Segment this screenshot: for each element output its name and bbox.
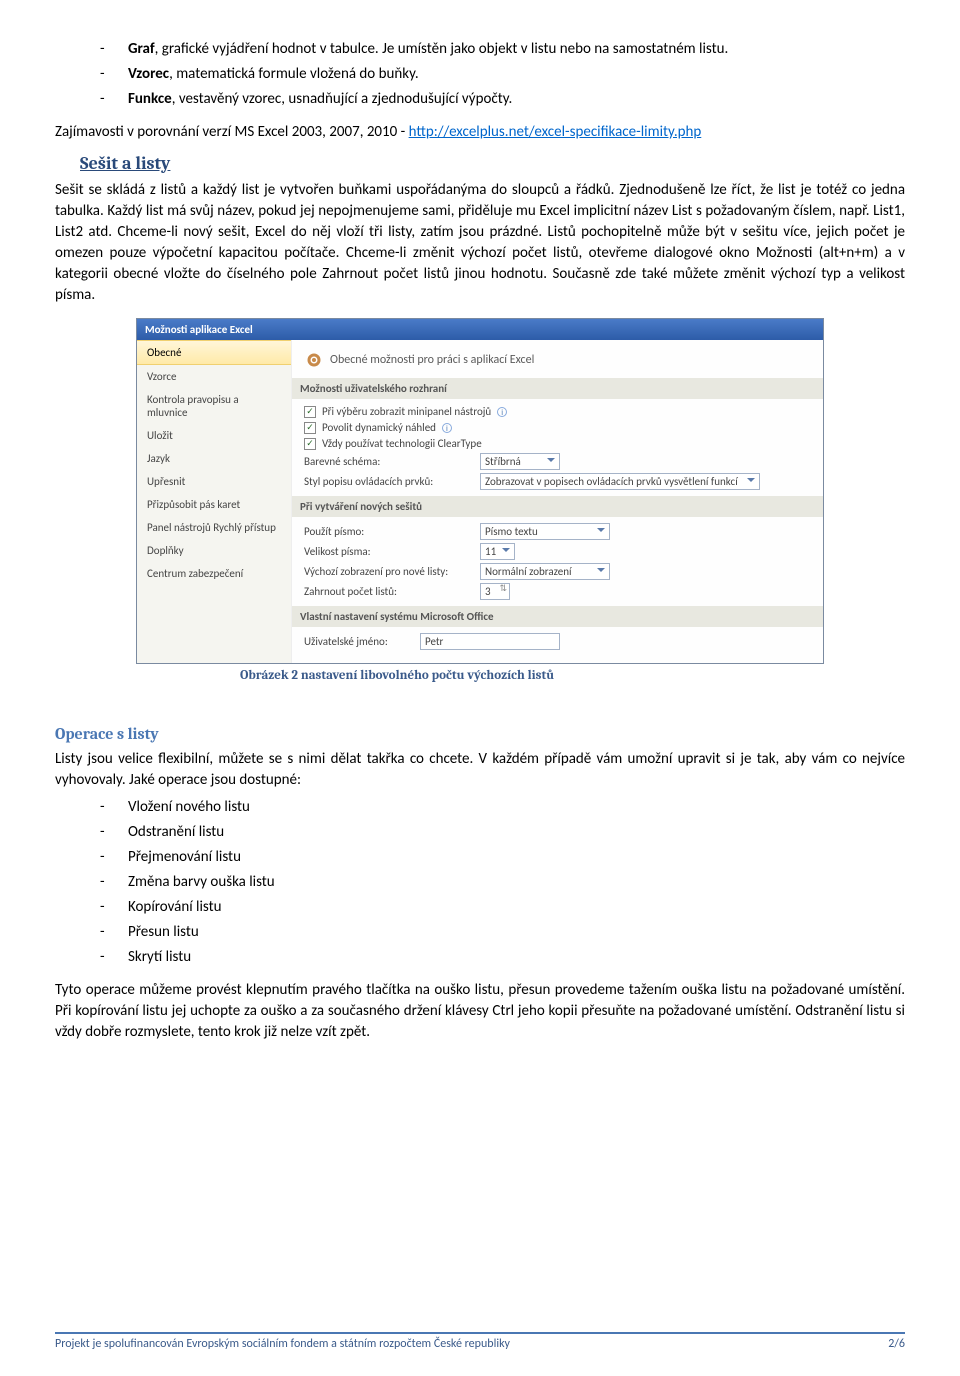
paragraph-operace-end: Tyto operace můžeme provést klepnutím pr…	[55, 980, 905, 1043]
sidebar-item-centrum[interactable]: Centrum zabezpečení	[137, 562, 291, 585]
checkbox-dynamic-preview[interactable]: Povolit dynamický náhled	[322, 421, 436, 434]
sidebar-item-obecne[interactable]: Obecné	[137, 340, 291, 365]
info-icon[interactable]: i	[442, 423, 452, 433]
page-number: 2/6	[888, 1337, 905, 1351]
excel-options-dialog: Možnosti aplikace Excel Obecné Vzorce Ko…	[136, 318, 824, 664]
label-username: Uživatelské jméno:	[304, 635, 414, 648]
gear-icon	[304, 350, 324, 370]
sidebar-item-rychly-pristup[interactable]: Panel nástrojů Rychlý přístup	[137, 516, 291, 539]
definition-list: Graf, grafické vyjádření hodnot v tabulc…	[100, 39, 905, 110]
section-ui-options: Možnosti uživatelského rozhraní	[292, 378, 823, 399]
excel-limits-link[interactable]: http://excelplus.net/excel-specifikace-l…	[409, 123, 702, 141]
sidebar-item-kontrola[interactable]: Kontrola pravopisu a mluvnice	[137, 388, 291, 424]
list-item: Vložení nového listu	[100, 797, 905, 818]
label-tooltip-style: Styl popisu ovládacích prvků:	[304, 475, 474, 488]
checkbox-icon[interactable]: ✓	[304, 422, 316, 434]
dialog-title-bar: Možnosti aplikace Excel	[137, 319, 823, 340]
paragraph-sesit: Sešit se skládá z listů a každý list je …	[55, 180, 905, 306]
list-item: Přejmenování listu	[100, 847, 905, 868]
list-item: Kopírování listu	[100, 897, 905, 918]
heading-operace-s-listy: Operace s listy	[55, 725, 905, 743]
spinner-sheet-count[interactable]: 3	[480, 583, 510, 600]
list-item: Přesun listu	[100, 922, 905, 943]
list-item: Skrytí listu	[100, 947, 905, 968]
sidebar-item-doplnky[interactable]: Doplňky	[137, 539, 291, 562]
footer-text: Projekt je spolufinancován Evropským soc…	[55, 1337, 510, 1351]
select-default-view[interactable]: Normální zobrazení	[480, 563, 610, 580]
paragraph-links: Zajímavosti v porovnání verzí MS Excel 2…	[55, 122, 905, 143]
paragraph-operace-intro: Listy jsou velice flexibilní, můžete se …	[55, 749, 905, 791]
section-ms-office-personal: Vlastní nastavení systému Microsoft Offi…	[292, 606, 823, 627]
list-item: Odstranění listu	[100, 822, 905, 843]
sidebar-item-upresnit[interactable]: Upřesnit	[137, 470, 291, 493]
select-color-scheme[interactable]: Stříbrná	[480, 453, 560, 470]
label-font: Použít písmo:	[304, 525, 474, 538]
checkbox-icon[interactable]: ✓	[304, 438, 316, 450]
checkbox-minipanel[interactable]: Při výběru zobrazit minipanel nástrojů	[322, 405, 491, 418]
figure-caption: Obrázek 2 nastavení libovolného počtu vý…	[240, 668, 905, 683]
sidebar-item-ulozit[interactable]: Uložit	[137, 424, 291, 447]
sidebar-item-pas-karet[interactable]: Přizpůsobit pás karet	[137, 493, 291, 516]
sidebar-item-jazyk[interactable]: Jazyk	[137, 447, 291, 470]
select-tooltip-style[interactable]: Zobrazovat v popisech ovládacích prvků v…	[480, 473, 760, 490]
operations-list: Vložení nového listu Odstranění listu Př…	[100, 797, 905, 968]
label-font-size: Velikost písma:	[304, 545, 474, 558]
select-font[interactable]: Písmo textu	[480, 523, 610, 540]
page-footer: Projekt je spolufinancován Evropským soc…	[0, 1332, 960, 1376]
list-item: Vzorec, matematická formule vložená do b…	[100, 64, 905, 85]
dialog-main-header: Obecné možnosti pro práci s aplikací Exc…	[330, 353, 534, 367]
input-username[interactable]: Petr	[420, 633, 560, 650]
label-sheet-count: Zahrnout počet listů:	[304, 585, 474, 598]
dialog-sidebar: Obecné Vzorce Kontrola pravopisu a mluvn…	[137, 340, 292, 663]
heading-sesit-a-listy: Sešit a listy	[80, 153, 905, 174]
sidebar-item-vzorce[interactable]: Vzorce	[137, 365, 291, 388]
list-item: Funkce, vestavěný vzorec, usnadňující a …	[100, 89, 905, 110]
list-item: Graf, grafické vyjádření hodnot v tabulc…	[100, 39, 905, 60]
label-default-view: Výchozí zobrazení pro nové listy:	[304, 565, 474, 578]
info-icon[interactable]: i	[497, 407, 507, 417]
select-font-size[interactable]: 11	[480, 543, 515, 560]
checkbox-cleartype[interactable]: Vždy používat technologii ClearType	[322, 437, 482, 450]
checkbox-icon[interactable]: ✓	[304, 406, 316, 418]
dialog-main-panel: Obecné možnosti pro práci s aplikací Exc…	[292, 340, 823, 663]
label-color-scheme: Barevné schéma:	[304, 455, 474, 468]
list-item: Změna barvy ouška listu	[100, 872, 905, 893]
section-new-workbooks: Při vytváření nových sešitů	[292, 496, 823, 517]
